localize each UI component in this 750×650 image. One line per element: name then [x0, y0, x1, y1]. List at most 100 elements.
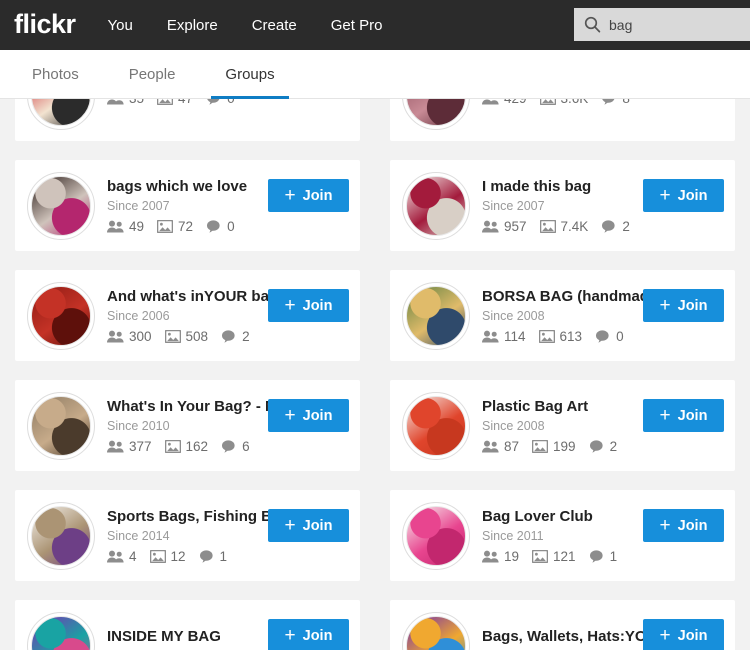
nav-item-explore[interactable]: Explore — [167, 17, 218, 34]
stat-members: 377 — [107, 439, 152, 454]
stat-photos: 613 — [538, 328, 583, 344]
tab-photos[interactable]: Photos — [18, 50, 93, 99]
group-card-5[interactable]: BORSA BAG (handmade) Since 2008 114 613 … — [390, 270, 735, 361]
group-name[interactable]: Plastic Bag Art — [482, 398, 654, 416]
search-input[interactable] — [609, 16, 729, 33]
avatar — [406, 395, 466, 456]
group-card-4[interactable]: And what's inYOUR bag? Since 2006 300 50… — [15, 270, 360, 361]
join-button[interactable]: + Join — [643, 399, 724, 432]
avatar-ring — [27, 171, 95, 240]
join-button[interactable]: + Join — [268, 179, 349, 212]
nav-item-create[interactable]: Create — [252, 17, 297, 34]
members-icon — [107, 330, 124, 343]
comments-icon — [206, 219, 222, 233]
group-name[interactable]: BORSA BAG (handmade) — [482, 288, 654, 306]
nav-item-get-pro[interactable]: Get Pro — [331, 17, 383, 34]
stat-comments: 2 — [589, 438, 618, 454]
join-button[interactable]: + Join — [643, 179, 724, 212]
avatar — [406, 285, 466, 346]
join-label: Join — [677, 517, 708, 534]
avatar — [31, 285, 91, 346]
group-name[interactable]: INSIDE MY BAG — [107, 628, 279, 646]
group-name[interactable]: Sports Bags, Fishing Bags — [107, 508, 279, 526]
photos-count: 3.6K — [561, 99, 589, 106]
join-button[interactable]: + Join — [268, 399, 349, 432]
comments-count: 1 — [609, 548, 618, 564]
group-card-8[interactable]: Sports Bags, Fishing Bags Since 2014 4 1… — [15, 490, 360, 581]
join-button[interactable]: + Join — [643, 289, 724, 322]
comments-count: 2 — [622, 218, 630, 234]
stat-members: 957 — [482, 219, 527, 234]
stat-photos: 7.4K — [539, 218, 589, 234]
avatar-ring — [27, 391, 95, 460]
join-button[interactable]: + Join — [268, 619, 349, 650]
search-box[interactable] — [574, 8, 750, 41]
stat-comments: 1 — [199, 549, 227, 564]
join-label: Join — [302, 627, 333, 644]
photos-count: 613 — [559, 328, 583, 344]
comments-count: 8 — [622, 99, 630, 106]
group-stats: 114 613 0 — [482, 329, 735, 344]
stat-comments: 0 — [206, 99, 235, 106]
group-card-2[interactable]: bags which we love Since 2007 49 72 0 + … — [15, 160, 360, 251]
photos-icon — [532, 549, 549, 563]
avatar-ring — [27, 99, 95, 130]
photos-count: 162 — [185, 438, 209, 454]
comments-icon — [221, 439, 237, 453]
stat-members: 49 — [107, 219, 144, 234]
group-results-grid: 35 47 — [15, 99, 735, 650]
top-navigation-bar: flickr You Explore Create Get Pro — [0, 0, 750, 50]
stat-members: 35 — [107, 99, 144, 106]
comments-icon — [221, 329, 237, 343]
flickr-logo[interactable]: flickr — [14, 10, 76, 40]
stat-photos: 3.6K — [539, 99, 589, 106]
comments-count: 0 — [227, 99, 235, 106]
join-button[interactable]: + Join — [268, 509, 349, 542]
group-name[interactable]: I made this bag — [482, 178, 654, 196]
group-name[interactable]: Bags, Wallets, Hats:YOU MAKE IT — [482, 628, 654, 646]
photos-count: 7.4K — [560, 218, 589, 234]
group-name[interactable]: bags which we love — [107, 178, 279, 196]
plus-icon: + — [284, 185, 296, 206]
group-card-11[interactable]: Bags, Wallets, Hats:YOU MAKE IT — [390, 600, 735, 650]
members-count: 429 — [504, 99, 527, 106]
members-icon — [107, 220, 124, 233]
join-button[interactable]: + Join — [643, 509, 724, 542]
group-card-7[interactable]: Plastic Bag Art Since 2008 87 199 2 + Jo… — [390, 380, 735, 471]
comments-count: 0 — [616, 328, 624, 344]
group-card-1[interactable]: 429 3.6K — [390, 99, 735, 141]
stat-photos: 12 — [149, 549, 186, 564]
main-nav: You Explore Create Get Pro — [108, 17, 417, 34]
comments-icon — [589, 549, 605, 563]
photos-count: 508 — [185, 328, 209, 344]
group-card-0[interactable]: 35 47 — [15, 99, 360, 141]
nav-item-you[interactable]: You — [108, 17, 133, 34]
tab-groups[interactable]: Groups — [211, 50, 289, 99]
group-card-10[interactable]: INSIDE MY BAG + Join — [15, 600, 360, 650]
group-card-6[interactable]: What's In Your Bag? - Newest Since 2010 … — [15, 380, 360, 471]
avatar-ring — [402, 501, 470, 570]
stat-comments: 0 — [206, 219, 235, 234]
stat-comments: 2 — [601, 219, 630, 234]
avatar-ring — [402, 171, 470, 240]
avatar — [406, 99, 466, 126]
join-button[interactable]: + Join — [643, 619, 724, 650]
comments-count: 2 — [609, 438, 618, 454]
group-name[interactable]: Bag Lover Club — [482, 508, 654, 526]
photos-count: 199 — [553, 438, 576, 454]
group-name[interactable]: And what's inYOUR bag? — [107, 288, 279, 306]
members-count: 114 — [504, 328, 526, 344]
photos-icon — [157, 219, 174, 233]
comments-icon — [206, 99, 222, 105]
photos-icon — [539, 219, 556, 233]
plus-icon: + — [659, 625, 671, 646]
group-card-9[interactable]: Bag Lover Club Since 2011 19 121 1 + Joi… — [390, 490, 735, 581]
group-name[interactable]: What's In Your Bag? - Newest — [107, 398, 279, 416]
avatar-ring — [402, 391, 470, 460]
avatar-ring — [27, 281, 95, 350]
join-button[interactable]: + Join — [268, 289, 349, 322]
group-info: 429 3.6K — [482, 99, 735, 106]
tab-people[interactable]: People — [115, 50, 190, 99]
group-card-3[interactable]: I made this bag Since 2007 957 7.4K 2 + … — [390, 160, 735, 251]
stat-comments: 6 — [221, 439, 250, 454]
